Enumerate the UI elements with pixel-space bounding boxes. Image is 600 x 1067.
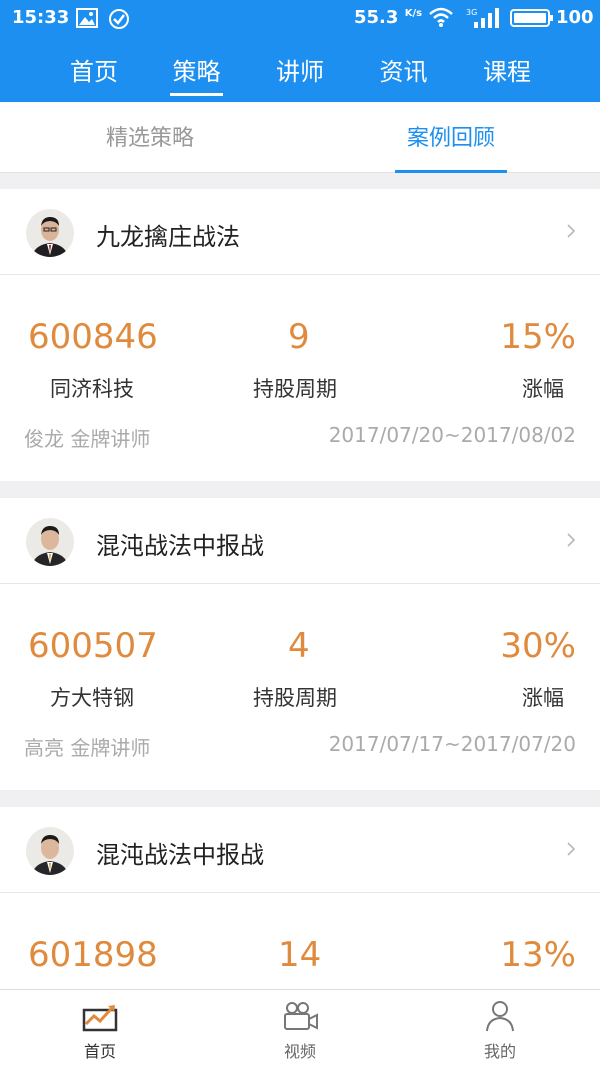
chevron-right-icon <box>566 532 576 552</box>
gain-value: 13% <box>500 935 576 975</box>
top-nav: 首页 策略 讲师 资讯 课程 <box>0 44 600 102</box>
strategy-name: 混沌战法中报战 <box>96 532 264 560</box>
tab-teachers[interactable]: 讲师 <box>274 52 326 94</box>
gain-value: 30% <box>500 626 576 666</box>
app: 15:33 55.3 K/s 3G 100 首页 策略 讲师 资讯 课程 精选策… <box>0 0 600 1067</box>
bottom-nav-me-label: 我的 <box>483 1042 516 1061</box>
tab-courses[interactable]: 课程 <box>481 52 533 94</box>
stock-name: 同济科技 <box>50 377 134 401</box>
status-time: 15:33 <box>12 7 70 28</box>
check-circle-icon <box>108 8 130 34</box>
stock-code: 601898 <box>28 935 158 975</box>
avatar <box>26 209 74 257</box>
case-stats: 600846 9 15% 同济科技 持股周期 涨幅 俊龙 金牌讲师 2017/0… <box>0 275 600 481</box>
video-camera-icon <box>282 1000 320 1036</box>
tab-news[interactable]: 资讯 <box>377 52 430 94</box>
subtab-case-review[interactable]: 案例回顾 <box>395 120 507 173</box>
tab-strategy[interactable]: 策略 <box>170 52 223 96</box>
teacher-info: 俊龙 金牌讲师 <box>24 427 151 451</box>
case-stats: 601898 14 13% <box>0 893 600 989</box>
wifi-icon <box>428 6 454 32</box>
chart-icon <box>82 1000 118 1036</box>
case-card[interactable]: 九龙擒庄战法 600846 9 15% 同济科技 持股周期 涨幅 俊龙 金牌讲师… <box>0 189 600 481</box>
holding-period-value: 9 <box>288 317 310 357</box>
bottom-nav-home-label: 首页 <box>83 1042 116 1061</box>
gain-value: 15% <box>500 317 576 357</box>
image-icon <box>76 8 98 32</box>
bottom-nav-home[interactable]: 首页 <box>40 990 160 1067</box>
chevron-right-icon <box>566 223 576 243</box>
avatar <box>26 827 74 875</box>
teacher-info: 高亮 金牌讲师 <box>24 736 151 760</box>
battery-icon <box>510 8 554 32</box>
case-card[interactable]: 混沌战法中报战 601898 14 13% <box>0 807 600 989</box>
holding-period-value: 4 <box>288 626 310 666</box>
gain-label: 涨幅 <box>522 686 564 710</box>
avatar <box>26 518 74 566</box>
sub-tabs: 精选策略 案例回顾 <box>0 102 600 173</box>
bottom-nav: 首页 视频 我的 <box>0 989 600 1067</box>
strategy-name: 九龙擒庄战法 <box>96 223 240 251</box>
stock-name: 方大特钢 <box>50 686 134 710</box>
tab-home[interactable]: 首页 <box>68 52 120 94</box>
chevron-right-icon <box>566 841 576 861</box>
status-bar: 15:33 55.3 K/s 3G 100 <box>0 0 600 36</box>
date-range: 2017/07/20~2017/08/02 <box>328 423 576 447</box>
speed-value: 55.3 <box>354 7 399 28</box>
case-card-header[interactable]: 九龙擒庄战法 <box>0 189 600 275</box>
speed-unit: K/s <box>404 8 423 19</box>
strategy-name: 混沌战法中报战 <box>96 841 264 869</box>
gain-label: 涨幅 <box>522 377 564 401</box>
battery-percent: 100 <box>556 7 594 28</box>
stock-code: 600507 <box>28 626 158 666</box>
date-range: 2017/07/17~2017/07/20 <box>328 732 576 756</box>
network-speed: 55.3 K/s <box>354 7 422 28</box>
subtab-featured-strategies[interactable]: 精选策略 <box>60 120 240 173</box>
signal-icon: 3G <box>466 6 502 34</box>
bottom-nav-video-label: 视频 <box>283 1042 316 1061</box>
header: 15:33 55.3 K/s 3G 100 首页 策略 讲师 资讯 课程 <box>0 0 600 102</box>
holding-period-label: 持股周期 <box>253 377 337 401</box>
holding-period-value: 14 <box>278 935 322 975</box>
bottom-nav-video[interactable]: 视频 <box>240 990 360 1067</box>
holding-period-label: 持股周期 <box>253 686 337 710</box>
case-stats: 600507 4 30% 方大特钢 持股周期 涨幅 高亮 金牌讲师 2017/0… <box>0 584 600 790</box>
bottom-nav-me[interactable]: 我的 <box>440 990 560 1067</box>
case-card-header[interactable]: 混沌战法中报战 <box>0 807 600 893</box>
case-card-header[interactable]: 混沌战法中报战 <box>0 498 600 584</box>
stock-code: 600846 <box>28 317 158 357</box>
network-type: 3G <box>466 8 477 17</box>
case-card[interactable]: 混沌战法中报战 600507 4 30% 方大特钢 持股周期 涨幅 高亮 金牌讲… <box>0 498 600 790</box>
person-icon <box>482 1000 518 1036</box>
